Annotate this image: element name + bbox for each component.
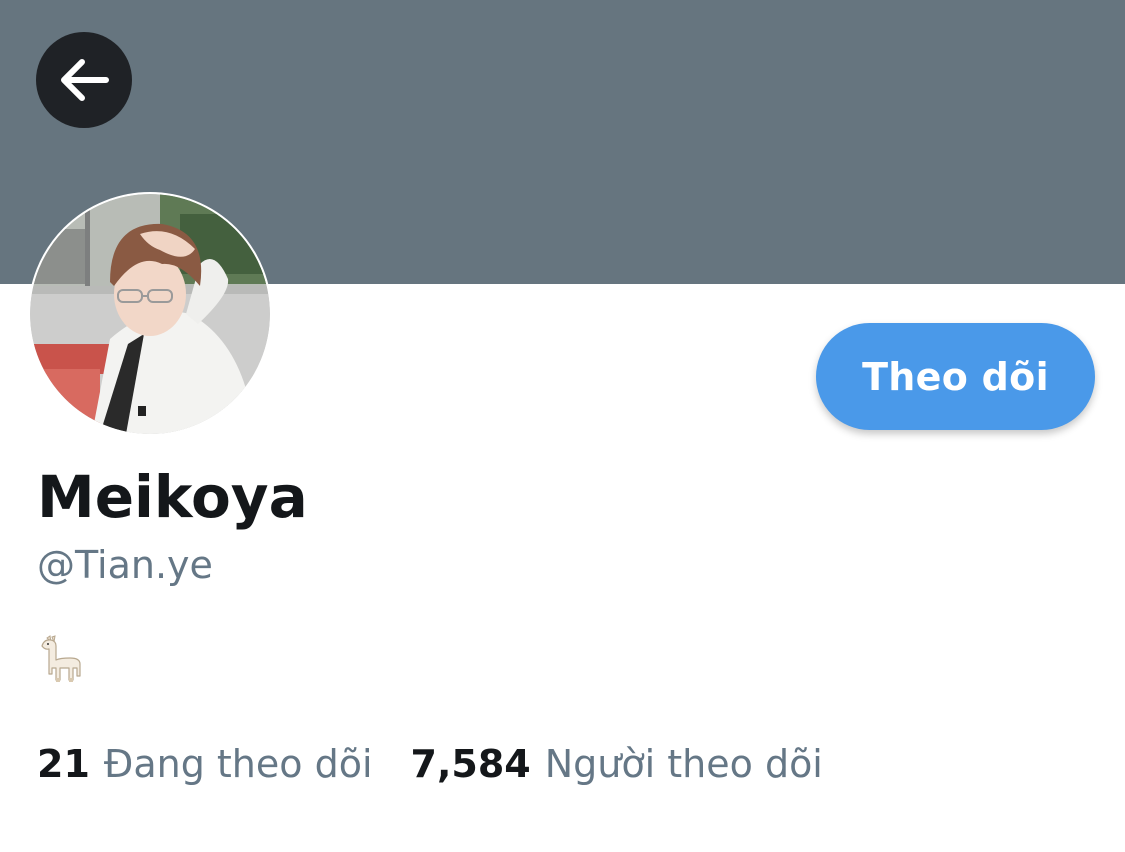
back-button[interactable] bbox=[36, 32, 132, 128]
follow-button-label: Theo dõi bbox=[862, 354, 1049, 399]
display-name: Meikoya bbox=[37, 463, 308, 531]
user-handle: @Tian.ye bbox=[37, 543, 213, 587]
avatar[interactable] bbox=[28, 192, 272, 436]
following-count: 21 bbox=[37, 742, 90, 786]
following-stat[interactable]: 21 Đang theo dõi bbox=[37, 745, 373, 783]
follow-button[interactable]: Theo dõi bbox=[816, 323, 1095, 430]
arrow-left-icon bbox=[61, 59, 109, 101]
profile-page: Theo dõi Meikoya @Tian.ye 21 Đang theo d… bbox=[0, 0, 1125, 852]
followers-stat[interactable]: 7,584 Người theo dõi bbox=[411, 745, 823, 783]
followers-count: 7,584 bbox=[410, 742, 531, 786]
followers-label: Người theo dõi bbox=[544, 742, 823, 786]
avatar-photo bbox=[30, 194, 270, 434]
bio bbox=[38, 634, 86, 686]
following-label: Đang theo dõi bbox=[103, 742, 373, 786]
llama-icon bbox=[41, 635, 81, 682]
profile-stats: 21 Đang theo dõi 7,584 Người theo dõi bbox=[37, 745, 823, 783]
